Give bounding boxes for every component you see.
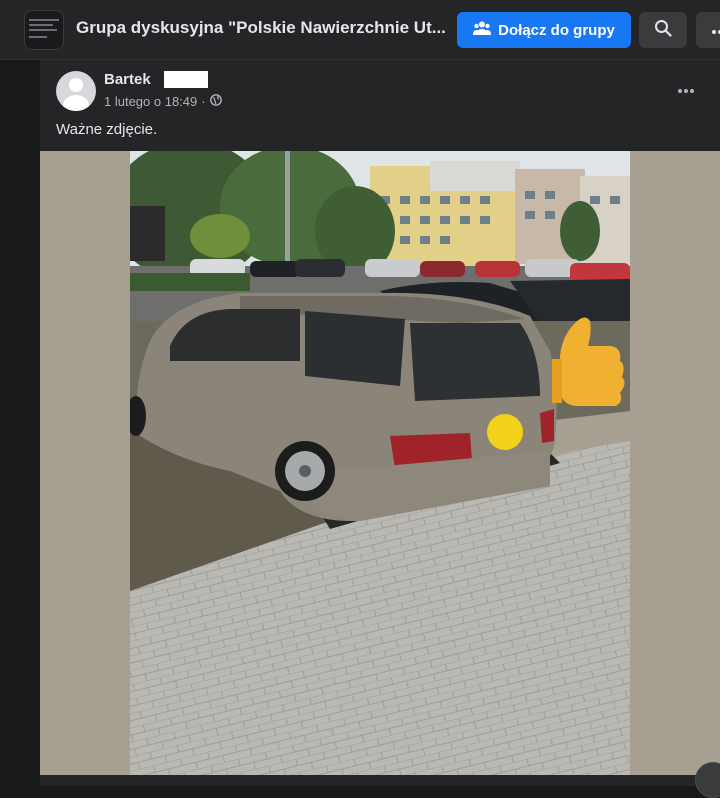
join-group-label: Dołącz do grupy bbox=[498, 21, 615, 39]
floating-action-button[interactable] bbox=[695, 762, 720, 798]
group-title[interactable]: Grupa dyskusyjna "Polskie Nawierzchnie U… bbox=[76, 18, 446, 38]
post-text: Ważne zdjęcie. bbox=[56, 121, 158, 138]
avatar[interactable] bbox=[56, 71, 96, 111]
post-photo[interactable] bbox=[130, 151, 630, 775]
post-photo-container[interactable] bbox=[40, 151, 720, 775]
search-icon bbox=[654, 19, 672, 42]
post-card: Bartek 1 lutego o 18:49 · Ważne zdjęcie. bbox=[40, 60, 720, 786]
group-thumbnail[interactable] bbox=[24, 10, 64, 50]
post-author[interactable]: Bartek bbox=[104, 71, 151, 88]
join-group-button[interactable]: Dołącz do grupy bbox=[457, 12, 631, 48]
post-timestamp[interactable]: 1 lutego o 18:49 bbox=[104, 94, 197, 109]
search-button[interactable] bbox=[639, 12, 687, 48]
more-icon bbox=[678, 80, 694, 98]
post-more-button[interactable] bbox=[670, 76, 702, 102]
car-photo-illustration bbox=[130, 151, 630, 775]
globe-icon bbox=[209, 94, 222, 109]
yellow-circle-sticker bbox=[487, 414, 523, 450]
top-bar: Grupa dyskusyjna "Polskie Nawierzchnie U… bbox=[0, 0, 720, 60]
more-icon bbox=[712, 21, 720, 39]
header-more-button[interactable] bbox=[696, 12, 720, 48]
meta-separator: · bbox=[201, 94, 206, 109]
redacted-name-box bbox=[164, 71, 208, 88]
group-icon bbox=[473, 20, 492, 40]
post-meta: 1 lutego o 18:49 · bbox=[104, 94, 222, 109]
